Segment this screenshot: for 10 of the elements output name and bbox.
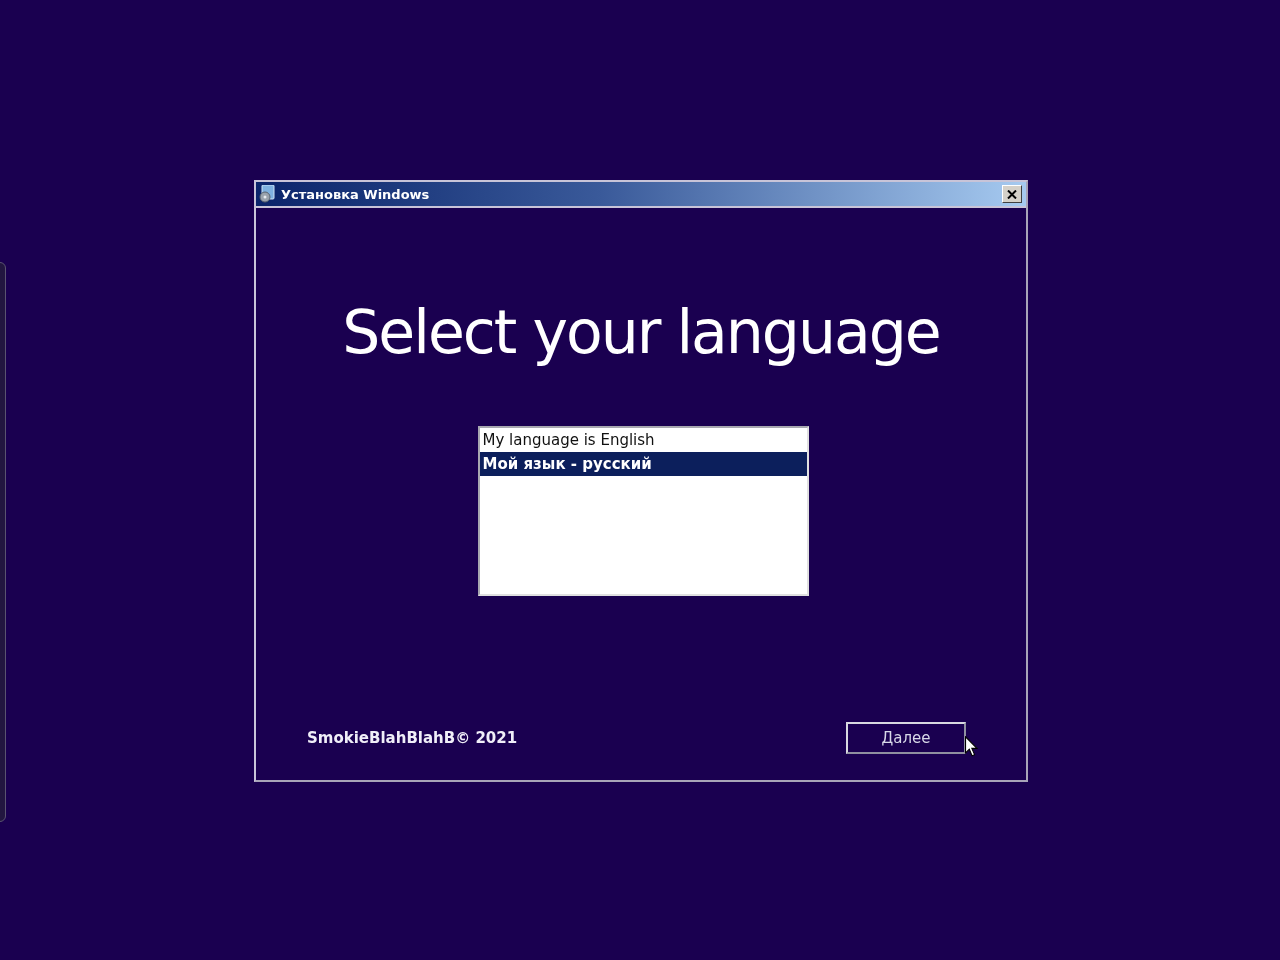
heading: Select your language <box>342 296 940 368</box>
close-button[interactable] <box>1002 185 1022 203</box>
language-option[interactable]: Мой язык - русский <box>479 452 807 476</box>
copyright-text: SmokieBlahBlahB© 2021 <box>307 729 518 747</box>
language-option[interactable]: My language is English <box>479 428 807 452</box>
close-icon <box>1007 189 1017 199</box>
window-title: Установка Windows <box>281 186 431 202</box>
mouse-pointer-icon <box>965 736 978 757</box>
language-list[interactable]: My language is English Мой язык - русский <box>477 426 809 596</box>
next-button[interactable]: Далее <box>846 722 966 754</box>
